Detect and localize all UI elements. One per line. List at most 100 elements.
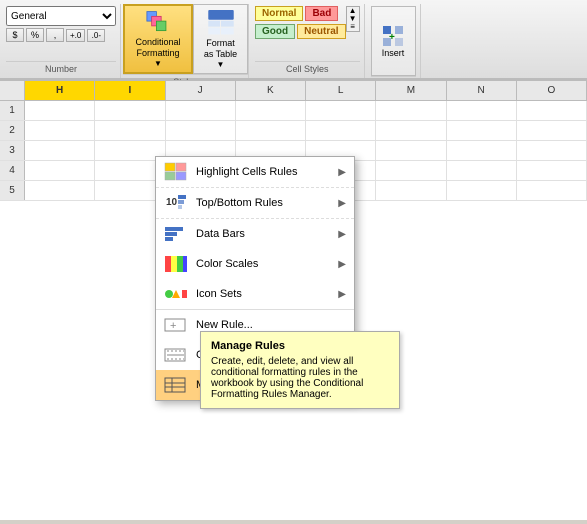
newrule-label: New Rule...: [196, 319, 346, 331]
number-buttons: $ % , +.0 .0-: [6, 28, 116, 42]
highlight-icon: [164, 162, 188, 182]
table-row: 2: [0, 121, 587, 141]
ribbon: General $ % , +.0 .0- Number: [0, 0, 587, 80]
svg-text:+: +: [389, 32, 395, 43]
format-table-button[interactable]: Formatas Table ▼: [193, 4, 248, 74]
normal-style[interactable]: Normal: [255, 6, 303, 21]
number-format-select[interactable]: General: [6, 6, 116, 26]
cell-styles-content: Normal Bad Good Neutral ▲ ▼ ≡: [255, 6, 360, 61]
number-content: General $ % , +.0 .0-: [6, 6, 116, 61]
cell[interactable]: [517, 181, 587, 200]
col-header-i[interactable]: I: [95, 81, 165, 100]
menu-item-colorscales[interactable]: Color Scales ▶: [156, 249, 354, 279]
cell[interactable]: [25, 141, 95, 160]
row-num: 1: [0, 101, 25, 120]
cell[interactable]: [447, 161, 517, 180]
tooltip-text: Create, edit, delete, and view all condi…: [211, 356, 389, 400]
tooltip-title: Manage Rules: [211, 340, 389, 352]
styles-scrollbar[interactable]: ▲ ▼ ≡: [346, 6, 360, 32]
format-table-label: Formatas Table: [204, 38, 237, 60]
currency-button[interactable]: $: [6, 28, 24, 42]
good-style[interactable]: Good: [255, 24, 295, 39]
colorscales-label: Color Scales: [196, 258, 330, 270]
neutral-style[interactable]: Neutral: [297, 24, 345, 39]
insert-label: Insert: [382, 48, 405, 58]
styles-scroll-more[interactable]: ≡: [347, 23, 359, 31]
cell[interactable]: [25, 101, 95, 120]
corner-cell: [0, 81, 25, 100]
col-header-h[interactable]: H: [25, 81, 95, 100]
highlight-arrow: ▶: [338, 167, 346, 178]
cell[interactable]: [25, 161, 95, 180]
insert-content: + Insert: [371, 6, 416, 76]
menu-item-databars[interactable]: Data Bars ▶: [156, 218, 354, 249]
topbottom-icon: 10: [164, 193, 188, 213]
cell[interactable]: [447, 121, 517, 140]
column-headers: H I J K L M N O: [0, 81, 587, 101]
databars-label: Data Bars: [196, 228, 330, 240]
cell[interactable]: [517, 101, 587, 120]
row-num: 3: [0, 141, 25, 160]
spreadsheet: H I J K L M N O 1 2 3 4: [0, 80, 587, 520]
col-header-m[interactable]: M: [376, 81, 446, 100]
conditional-formatting-label: ConditionalFormatting: [135, 37, 180, 59]
format-table-icon: [207, 9, 235, 36]
cell[interactable]: [25, 121, 95, 140]
number-controls: General $ % , +.0 .0-: [6, 6, 116, 42]
newrule-icon: +: [164, 315, 188, 335]
cell[interactable]: [306, 121, 376, 140]
cell[interactable]: [447, 181, 517, 200]
cell[interactable]: [376, 101, 446, 120]
decimal-decrease-button[interactable]: .0-: [87, 29, 105, 42]
row-num: 4: [0, 161, 25, 180]
insert-icon: +: [381, 24, 405, 48]
col-header-o[interactable]: O: [517, 81, 587, 100]
cell[interactable]: [376, 161, 446, 180]
cell[interactable]: [25, 181, 95, 200]
cell[interactable]: [447, 141, 517, 160]
cell[interactable]: [376, 181, 446, 200]
topbottom-arrow: ▶: [338, 198, 346, 209]
bad-style[interactable]: Bad: [305, 6, 338, 21]
cell[interactable]: [95, 121, 165, 140]
percent-button[interactable]: %: [26, 28, 44, 42]
cell[interactable]: [95, 101, 165, 120]
cell[interactable]: [376, 141, 446, 160]
col-header-k[interactable]: K: [236, 81, 306, 100]
colorscales-arrow: ▶: [338, 259, 346, 270]
cell[interactable]: [306, 101, 376, 120]
conditional-formatting-icon: [142, 10, 174, 35]
col-header-l[interactable]: L: [306, 81, 376, 100]
styles-row-2: Good Neutral: [255, 24, 346, 39]
row-num: 2: [0, 121, 25, 140]
cell[interactable]: [376, 121, 446, 140]
menu-item-topbottom[interactable]: 10 Top/Bottom Rules ▶: [156, 187, 354, 218]
cell[interactable]: [236, 121, 306, 140]
cell[interactable]: [166, 121, 236, 140]
col-header-n[interactable]: N: [447, 81, 517, 100]
menu-item-iconsets[interactable]: Icon Sets ▶: [156, 279, 354, 309]
styles-row-1: Normal Bad: [255, 6, 346, 21]
comma-button[interactable]: ,: [46, 28, 64, 42]
cell[interactable]: [517, 121, 587, 140]
cell[interactable]: [447, 101, 517, 120]
cell[interactable]: [517, 161, 587, 180]
tooltip: Manage Rules Create, edit, delete, and v…: [200, 331, 400, 409]
svg-text:+: +: [170, 320, 176, 332]
insert-button[interactable]: + Insert: [371, 6, 416, 76]
cell[interactable]: [517, 141, 587, 160]
format-section: ConditionalFormatting ▼ Formatas Table ▼…: [123, 4, 249, 78]
cell-styles-section-label: Cell Styles: [255, 61, 360, 76]
format-table-arrow: ▼: [217, 60, 225, 69]
cell[interactable]: [236, 101, 306, 120]
decimal-increase-button[interactable]: +.0: [66, 29, 85, 42]
menu-item-highlight[interactable]: Highlight Cells Rules ▶: [156, 157, 354, 187]
col-header-j[interactable]: J: [166, 81, 236, 100]
insert-section: + Insert Cells: [367, 4, 421, 78]
table-row: 1: [0, 101, 587, 121]
cell[interactable]: [166, 101, 236, 120]
cell-styles-section: Normal Bad Good Neutral ▲ ▼ ≡ Cell Style…: [251, 4, 365, 78]
topbottom-label: Top/Bottom Rules: [196, 197, 330, 209]
conditional-formatting-button[interactable]: ConditionalFormatting ▼: [123, 4, 193, 74]
clearrules-icon: [164, 345, 188, 365]
